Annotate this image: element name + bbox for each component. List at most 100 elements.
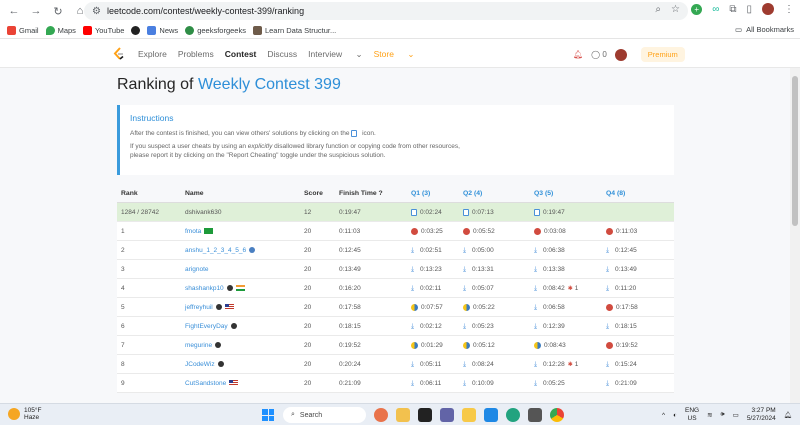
nav-problems[interactable]: Problems [178, 49, 214, 60]
leetcode-logo-icon[interactable] [113, 47, 125, 61]
nav-contest[interactable]: Contest [225, 49, 257, 60]
tray-app-icon[interactable]: ◐ [673, 412, 677, 419]
windows-start-icon[interactable] [262, 409, 274, 421]
q1-submission-cell[interactable]: ⤓ 0:13:23 [411, 260, 463, 278]
bookmark-news[interactable]: News [147, 25, 178, 35]
download-icon[interactable]: ⤓ [606, 361, 612, 368]
teams-app-icon[interactable] [440, 408, 454, 422]
scroll-thumb[interactable] [792, 76, 798, 226]
site-info-icon[interactable]: ⚙ [92, 6, 101, 17]
python-language-icon[interactable] [463, 303, 470, 311]
download-icon[interactable]: ⤓ [534, 247, 540, 254]
notification-bell-icon[interactable]: 🔔︎ [573, 50, 583, 59]
q1-submission-cell[interactable]: 0:02:24 [411, 203, 463, 221]
q2-submission-cell[interactable]: ⤓ 0:05:07 [463, 279, 534, 297]
forward-icon[interactable]: → [28, 3, 44, 19]
python-language-icon[interactable] [463, 341, 470, 349]
bookmark-maps[interactable]: Maps [45, 25, 76, 35]
q3-submission-cell[interactable]: ⤓ 0:13:38 [534, 260, 606, 278]
cpp-language-icon[interactable] [606, 341, 613, 349]
q3-submission-cell[interactable]: 0:03:08 [534, 222, 606, 240]
python-language-icon[interactable] [411, 303, 418, 311]
q3-submission-cell[interactable]: ⤓ 0:06:58 [534, 298, 606, 316]
header-q1[interactable]: Q1 (3) [411, 185, 463, 202]
nav-explore[interactable]: Explore [138, 49, 167, 60]
download-icon[interactable]: ⤓ [606, 380, 612, 387]
reload-icon[interactable]: ↻ [50, 3, 66, 19]
q4-submission-cell[interactable]: ⤓ 0:21:09 [606, 374, 674, 392]
q4-submission-cell[interactable]: ⤓ 0:11:20 [606, 279, 674, 297]
python-language-icon[interactable] [411, 341, 418, 349]
user-name-cell[interactable]: shashankp10 [185, 279, 304, 297]
q3-submission-cell[interactable]: ⤓ 0:12:28 ✱ 1 [534, 355, 606, 373]
q2-submission-cell[interactable]: 0:07:13 [463, 203, 534, 221]
q3-submission-cell[interactable]: ⤓ 0:06:38 [534, 241, 606, 259]
download-icon[interactable]: ⤓ [534, 380, 540, 387]
taskbar-search[interactable]: ⌕ Search [283, 407, 366, 423]
cpp-language-icon[interactable] [606, 227, 613, 235]
back-icon[interactable]: ← [6, 3, 22, 19]
download-icon[interactable]: ⤓ [463, 266, 469, 273]
download-icon[interactable]: ⤓ [411, 247, 417, 254]
extension-icon[interactable]: ∞ [712, 4, 719, 15]
menu-kebab-icon[interactable]: ⋮ [784, 4, 794, 15]
q1-submission-cell[interactable]: ⤓ 0:05:11 [411, 355, 463, 373]
store-app-icon[interactable] [528, 408, 542, 422]
q2-submission-cell[interactable]: ⤓ 0:10:09 [463, 374, 534, 392]
solution-doc-icon[interactable] [534, 208, 540, 216]
bookmark-geeksforgeeks[interactable]: geeksforgeeks [185, 25, 246, 35]
wifi-icon[interactable]: ≋ [707, 411, 712, 419]
q1-submission-cell[interactable]: ⤓ 0:02:11 [411, 279, 463, 297]
cpp-language-icon[interactable] [411, 227, 418, 235]
bookmark-youtube[interactable]: YouTube [82, 25, 124, 35]
python-language-icon[interactable] [534, 341, 541, 349]
download-icon[interactable]: ⤓ [463, 361, 469, 368]
download-icon[interactable]: ⤓ [411, 323, 417, 330]
q2-submission-cell[interactable]: ⤓ 0:05:00 [463, 241, 534, 259]
download-icon[interactable]: ⤓ [411, 380, 417, 387]
q1-submission-cell[interactable]: 0:07:57 [411, 298, 463, 316]
download-icon[interactable]: ⤓ [463, 380, 469, 387]
download-icon[interactable]: ⤓ [534, 285, 540, 292]
q2-submission-cell[interactable]: 0:05:12 [463, 336, 534, 354]
folder-app-icon[interactable] [462, 408, 476, 422]
nav-store[interactable]: Store ⌄ [374, 49, 415, 60]
media-app-icon[interactable] [418, 408, 432, 422]
bookmark-gmail[interactable]: Gmail [7, 25, 39, 35]
cpp-language-icon[interactable] [606, 303, 613, 311]
q2-submission-cell[interactable]: 0:05:22 [463, 298, 534, 316]
header-q2[interactable]: Q2 (4) [463, 185, 534, 202]
download-icon[interactable]: ⤓ [606, 266, 612, 273]
page-scrollbar[interactable] [790, 68, 800, 403]
volume-icon[interactable]: 🕪︎ [721, 411, 725, 419]
q4-submission-cell[interactable]: 0:17:58 [606, 298, 674, 316]
user-name-cell[interactable]: fmota [185, 222, 304, 240]
sidepanel-icon[interactable]: ▯ [746, 4, 752, 15]
q4-submission-cell[interactable]: ⤓ 0:15:24 [606, 355, 674, 373]
q1-submission-cell[interactable]: 0:03:25 [411, 222, 463, 240]
download-icon[interactable]: ⤓ [606, 247, 612, 254]
q1-submission-cell[interactable]: ⤓ 0:06:11 [411, 374, 463, 392]
download-icon[interactable]: ⤓ [534, 266, 540, 273]
clock[interactable]: 3:27 PM 5/27/2024 [747, 407, 776, 423]
q2-submission-cell[interactable]: ⤓ 0:05:23 [463, 317, 534, 335]
vscode-icon[interactable] [484, 408, 498, 422]
download-icon[interactable]: ⤓ [606, 323, 612, 330]
q3-submission-cell[interactable]: 0:19:47 [534, 203, 606, 221]
cpp-language-icon[interactable] [534, 227, 541, 235]
chrome-icon[interactable] [550, 408, 564, 422]
file-explorer-icon[interactable] [396, 408, 410, 422]
q3-submission-cell[interactable]: ⤓ 0:08:42 ✱ 1 [534, 279, 606, 297]
q4-submission-cell[interactable]: ⤓ 0:12:45 [606, 241, 674, 259]
download-icon[interactable]: ⤓ [463, 323, 469, 330]
user-name-cell[interactable]: megurine [185, 336, 304, 354]
help-icon[interactable]: ? [379, 190, 383, 197]
extension-plus-icon[interactable]: + [691, 3, 703, 15]
weather-widget[interactable]: 105°F Haze [8, 407, 41, 421]
user-name-cell[interactable]: CutSandstone [185, 374, 304, 392]
solution-doc-icon[interactable] [463, 208, 469, 216]
q1-submission-cell[interactable]: ⤓ 0:02:12 [411, 317, 463, 335]
bookmark-github[interactable] [131, 25, 141, 35]
cpp-language-icon[interactable] [463, 227, 470, 235]
user-avatar[interactable] [614, 48, 627, 61]
